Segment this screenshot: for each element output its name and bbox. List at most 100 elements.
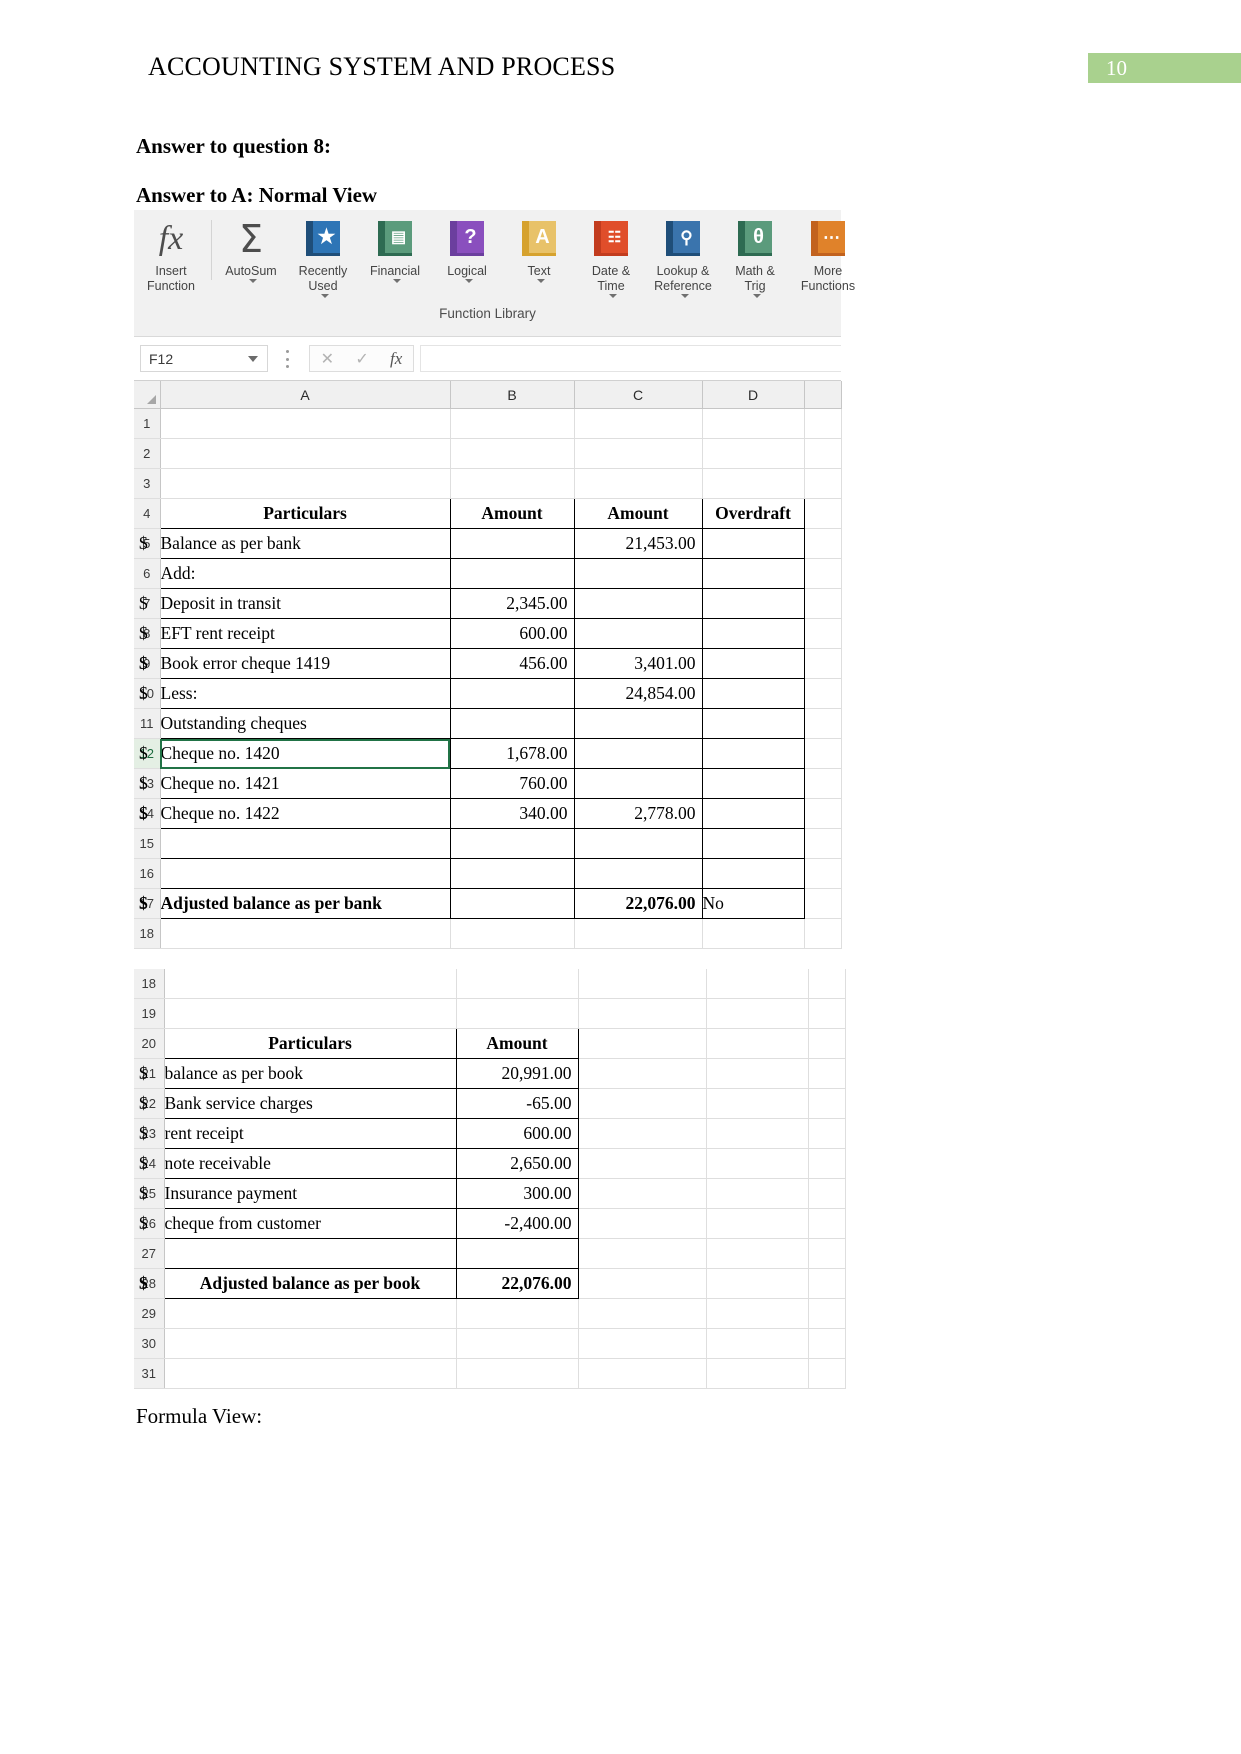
row-header-18[interactable]: 18 bbox=[134, 969, 165, 999]
cell-E27[interactable] bbox=[808, 1238, 846, 1269]
column-header-c[interactable]: C bbox=[574, 381, 703, 409]
cell-E9[interactable] bbox=[804, 648, 842, 679]
cell-D3[interactable] bbox=[702, 468, 805, 499]
cell-B28[interactable]: $22,076.00 bbox=[139, 1268, 579, 1299]
cell-D18[interactable] bbox=[706, 969, 809, 999]
cell-C3[interactable] bbox=[574, 468, 703, 499]
cell-B26[interactable]: $ -2,400.00 bbox=[139, 1208, 579, 1239]
cell-B27[interactable] bbox=[455, 1238, 579, 1269]
cell-A7[interactable]: Deposit in transit bbox=[159, 588, 451, 619]
cell-D24[interactable] bbox=[706, 1148, 809, 1179]
cell-E8[interactable] bbox=[804, 618, 842, 649]
autosum-button[interactable]: Σ AutoSum bbox=[215, 214, 287, 285]
cell-B4[interactable]: Amount bbox=[449, 498, 575, 529]
cell-D22[interactable] bbox=[706, 1088, 809, 1119]
cell-B5[interactable] bbox=[449, 528, 575, 559]
insert-function-icon[interactable]: fx bbox=[390, 349, 402, 369]
text-button[interactable]: A Text bbox=[503, 214, 575, 285]
cell-B1[interactable] bbox=[450, 408, 575, 439]
cell-D2[interactable] bbox=[702, 438, 805, 469]
cell-A2[interactable] bbox=[160, 438, 451, 469]
cell-D17[interactable]: No bbox=[701, 888, 805, 919]
cell-B13[interactable]: $760.00 bbox=[139, 768, 575, 799]
cell-A29[interactable] bbox=[164, 1298, 457, 1329]
chevron-down-icon[interactable] bbox=[392, 279, 401, 283]
cell-E29[interactable] bbox=[808, 1298, 846, 1329]
cell-E31[interactable] bbox=[808, 1358, 846, 1389]
cell-A20[interactable]: Particulars bbox=[163, 1028, 457, 1059]
cell-D26[interactable] bbox=[706, 1208, 809, 1239]
cell-D7[interactable] bbox=[701, 588, 805, 619]
row-header-15[interactable]: 15 bbox=[134, 828, 161, 859]
cell-E4[interactable] bbox=[804, 498, 842, 529]
cell-D30[interactable] bbox=[706, 1328, 809, 1359]
cell-B20[interactable]: Amount bbox=[455, 1028, 579, 1059]
cell-B21[interactable]: $20,991.00 bbox=[139, 1058, 579, 1089]
cell-E26[interactable] bbox=[808, 1208, 846, 1239]
select-all-corner[interactable] bbox=[134, 381, 161, 409]
cell-E21[interactable] bbox=[808, 1058, 846, 1089]
cell-A13[interactable]: Cheque no. 1421 bbox=[159, 768, 451, 799]
cell-E13[interactable] bbox=[804, 768, 842, 799]
cell-B31[interactable] bbox=[456, 1358, 579, 1389]
cell-A27[interactable] bbox=[163, 1238, 457, 1269]
cell-D18[interactable] bbox=[702, 918, 805, 949]
cell-E28[interactable] bbox=[808, 1268, 846, 1299]
cell-C12[interactable] bbox=[573, 738, 703, 769]
cell-A18[interactable] bbox=[160, 918, 451, 949]
cell-A6[interactable]: Add: bbox=[159, 558, 451, 589]
chevron-down-icon[interactable] bbox=[320, 294, 329, 298]
chevron-down-icon[interactable] bbox=[536, 279, 545, 283]
cell-D15[interactable] bbox=[701, 828, 805, 859]
cell-E24[interactable] bbox=[808, 1148, 846, 1179]
cell-D11[interactable] bbox=[701, 708, 805, 739]
row-header-3[interactable]: 3 bbox=[134, 468, 161, 499]
cell-B23[interactable]: $600.00 bbox=[139, 1118, 579, 1149]
cell-D19[interactable] bbox=[706, 998, 809, 1029]
cell-C21[interactable] bbox=[578, 1058, 707, 1089]
cell-D12[interactable] bbox=[701, 738, 805, 769]
cell-E15[interactable] bbox=[804, 828, 842, 859]
cell-E17[interactable] bbox=[804, 888, 842, 919]
cell-A19[interactable] bbox=[164, 998, 457, 1029]
cell-D1[interactable] bbox=[702, 408, 805, 439]
cell-E20[interactable] bbox=[808, 1028, 846, 1059]
cell-B14[interactable]: $340.00 bbox=[139, 798, 575, 829]
cell-C26[interactable] bbox=[578, 1208, 707, 1239]
insert-function-button[interactable]: fx Insert Function bbox=[134, 214, 208, 294]
cell-C16[interactable] bbox=[573, 858, 703, 889]
cell-B30[interactable] bbox=[456, 1328, 579, 1359]
row-header-20[interactable]: 20 bbox=[134, 1028, 165, 1059]
row-header-29[interactable]: 29 bbox=[134, 1298, 165, 1329]
cell-C7[interactable] bbox=[573, 588, 703, 619]
logical-button[interactable]: ? Logical bbox=[431, 214, 503, 285]
cell-D29[interactable] bbox=[706, 1298, 809, 1329]
cell-E30[interactable] bbox=[808, 1328, 846, 1359]
cell-C27[interactable] bbox=[578, 1238, 707, 1269]
cell-E10[interactable] bbox=[804, 678, 842, 709]
cell-A22[interactable]: Bank service charges bbox=[163, 1088, 457, 1119]
cell-C29[interactable] bbox=[578, 1298, 707, 1329]
recently-used-button[interactable]: ★ Recently Used bbox=[287, 214, 359, 300]
cell-A1[interactable] bbox=[160, 408, 451, 439]
cell-E1[interactable] bbox=[804, 408, 842, 439]
row-header-18[interactable]: 18 bbox=[134, 918, 161, 949]
cell-C18[interactable] bbox=[574, 918, 703, 949]
row-header-31[interactable]: 31 bbox=[134, 1358, 165, 1389]
column-header-e[interactable] bbox=[804, 381, 842, 409]
name-box[interactable]: F12 bbox=[140, 345, 268, 372]
chevron-down-icon[interactable] bbox=[248, 279, 257, 283]
chevron-down-icon[interactable] bbox=[248, 355, 258, 362]
chevron-down-icon[interactable] bbox=[608, 294, 617, 298]
cell-E18[interactable] bbox=[808, 969, 846, 999]
cell-A10[interactable]: Less: bbox=[159, 678, 451, 709]
cell-A12[interactable]: Cheque no. 1420 bbox=[159, 738, 451, 769]
chevron-down-icon[interactable] bbox=[752, 294, 761, 298]
cell-C17[interactable]: $22,076.00 bbox=[139, 888, 703, 919]
cell-E6[interactable] bbox=[804, 558, 842, 589]
cell-A15[interactable] bbox=[159, 828, 451, 859]
math-trig-button[interactable]: θ Math & Trig bbox=[719, 214, 791, 300]
cell-A18[interactable] bbox=[164, 969, 457, 999]
cell-A8[interactable]: EFT rent receipt bbox=[159, 618, 451, 649]
cell-D8[interactable] bbox=[701, 618, 805, 649]
